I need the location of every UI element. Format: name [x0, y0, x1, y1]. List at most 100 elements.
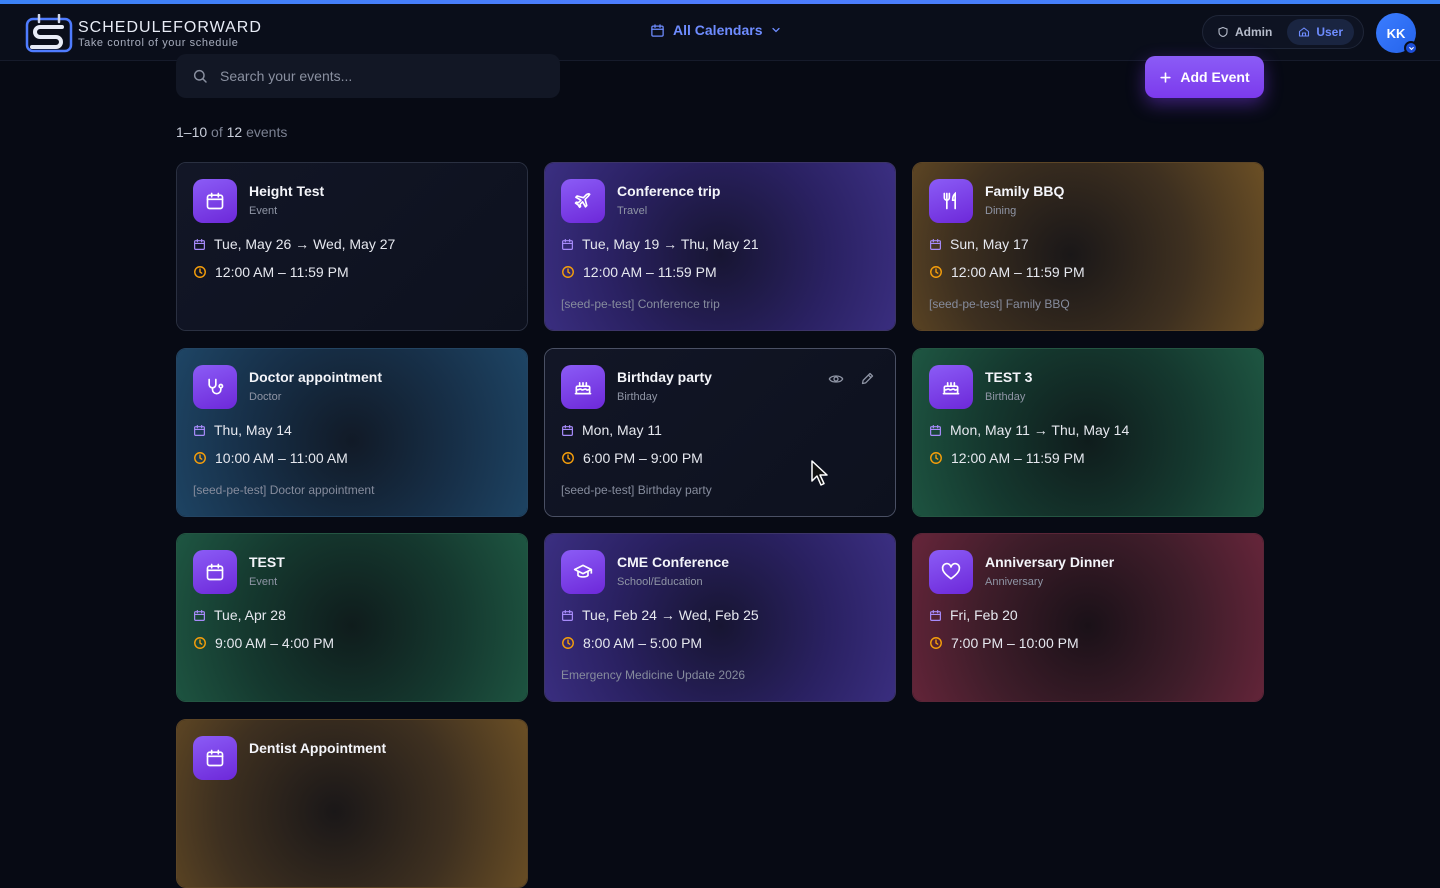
event-time: 7:00 PM – 10:00 PM — [951, 635, 1079, 651]
event-date-row: Tue, May 26 → Wed, May 27 — [193, 236, 395, 252]
shield-icon — [1218, 26, 1228, 38]
calendar-select[interactable]: All Calendars — [650, 22, 782, 38]
event-card[interactable]: Family BBQ Dining Sun, May 17 12:00 AM – 11… — [912, 162, 1264, 331]
calendar-icon — [193, 736, 237, 780]
event-time-row: 12:00 AM – 11:59 PM — [929, 264, 1085, 280]
event-type: School/Education — [617, 576, 703, 588]
event-time: 12:00 AM – 11:59 PM — [951, 450, 1085, 466]
event-type: Birthday — [617, 391, 658, 403]
event-title: TEST — [249, 554, 285, 570]
event-date: Thu, May 14 — [214, 422, 292, 438]
search-icon — [193, 69, 207, 83]
event-date-row: Thu, May 14 — [193, 422, 292, 438]
search-input[interactable] — [220, 68, 540, 84]
event-card[interactable]: Conference trip Travel Tue, May 19 → Thu, … — [544, 162, 896, 331]
event-type: Birthday — [985, 391, 1026, 403]
event-time: 6:00 PM – 9:00 PM — [583, 450, 703, 466]
event-card[interactable]: Doctor appointment Doctor Thu, May 14 10:00… — [176, 348, 528, 517]
user-role-button[interactable]: User — [1287, 19, 1355, 45]
app-logo[interactable]: SCHEDULEFORWARD Take control of your sch… — [24, 13, 262, 54]
event-date: Tue, Feb 24 → Wed, Feb 25 — [582, 607, 759, 623]
event-time-row: 8:00 AM – 5:00 PM — [561, 635, 702, 651]
calendar-icon — [193, 179, 237, 223]
calendar-select-label: All Calendars — [673, 22, 763, 38]
avatar-initials: KK — [1386, 25, 1406, 41]
event-card[interactable]: Birthday party Birthday Mon, May 11 6:00 PM… — [544, 348, 896, 517]
event-date: Mon, May 11 — [582, 422, 662, 438]
add-event-button[interactable]: Add Event — [1145, 56, 1264, 98]
calendar-icon — [193, 238, 206, 251]
event-title: Dentist Appointment — [249, 740, 387, 756]
admin-role-label: Admin — [1235, 25, 1273, 39]
event-card[interactable]: Anniversary Dinner Anniversary Fri, Feb 20… — [912, 533, 1264, 702]
event-date: Fri, Feb 20 — [950, 607, 1018, 623]
event-time-row: 12:00 AM – 11:59 PM — [929, 450, 1085, 466]
event-card[interactable]: TEST 3 Birthday Mon, May 11 → Thu, May 14 1… — [912, 348, 1264, 517]
count-range: 1–10 — [176, 124, 208, 140]
event-time: 8:00 AM – 5:00 PM — [583, 635, 703, 651]
event-description: [seed-pe-test] Doctor appointment — [193, 483, 375, 497]
event-time: 10:00 AM – 11:00 AM — [215, 450, 348, 466]
logo-title: SCHEDULEFORWARD — [78, 19, 262, 36]
clock-icon — [193, 265, 207, 279]
event-title: Birthday party — [617, 369, 712, 385]
clock-icon — [929, 265, 943, 279]
event-type: Event — [249, 576, 278, 588]
calendar-icon — [193, 550, 237, 594]
event-card[interactable]: CME Conference School/Education Tue, Feb 2… — [544, 533, 896, 702]
avatar[interactable]: KK — [1376, 13, 1418, 55]
event-title: CME Conference — [617, 554, 730, 570]
mouse-cursor-icon — [811, 460, 831, 491]
event-type: Anniversary — [985, 576, 1044, 588]
event-card[interactable]: Height Test Event Tue, May 26 → Wed, May 2… — [176, 162, 528, 331]
event-date-row: Fri, Feb 20 — [929, 607, 1018, 623]
chevron-down-icon — [772, 27, 781, 33]
clock-icon — [193, 636, 207, 650]
count-total: 12 — [226, 124, 243, 140]
cake-icon — [561, 365, 605, 409]
event-description: [seed-pe-test] Conference trip — [561, 297, 720, 311]
logo-mark-icon — [24, 13, 74, 54]
clock-icon — [929, 636, 943, 650]
event-date-row: Mon, May 11 → Thu, May 14 — [929, 422, 1129, 438]
event-time-row: 7:00 PM – 10:00 PM — [929, 635, 1079, 651]
event-card[interactable]: TEST Event Tue, Apr 28 9:00 AM – 4:00 PM — [176, 533, 528, 702]
cake-icon — [929, 365, 973, 409]
event-date-row: Mon, May 11 — [561, 422, 662, 438]
event-date: Sun, May 17 — [950, 236, 1029, 252]
add-event-label: Add Event — [1180, 69, 1250, 85]
search-bar — [176, 54, 560, 98]
avatar-menu-icon — [1404, 41, 1418, 55]
event-description: Emergency Medicine Update 2026 — [561, 668, 746, 682]
calendar-icon — [193, 424, 206, 437]
event-count: 1–10 of 12 events — [176, 124, 287, 140]
edit-icon[interactable] — [860, 371, 875, 387]
event-date: Tue, Apr 28 — [214, 607, 286, 623]
event-time-row: 12:00 AM – 11:59 PM — [561, 264, 717, 280]
calendar-icon — [561, 238, 574, 251]
event-title: Height Test — [249, 183, 325, 199]
event-title: Anniversary Dinner — [985, 554, 1115, 570]
event-date-row: Sun, May 17 — [929, 236, 1029, 252]
stethoscope-icon — [193, 365, 237, 409]
event-description: [seed-pe-test] Family BBQ — [929, 297, 1070, 311]
clock-icon — [193, 451, 207, 465]
event-description: [seed-pe-test] Birthday party — [561, 483, 712, 497]
event-date: Tue, May 19 → Thu, May 21 — [582, 236, 759, 252]
calendar-icon — [651, 23, 664, 37]
admin-role-button[interactable]: Admin — [1206, 19, 1283, 45]
event-date: Mon, May 11 → Thu, May 14 — [950, 422, 1130, 438]
event-time-row: 12:00 AM – 11:59 PM — [193, 264, 349, 280]
count-of: of — [211, 124, 223, 140]
event-time: 9:00 AM – 4:00 PM — [215, 635, 335, 651]
event-time-row: 6:00 PM – 9:00 PM — [561, 450, 703, 466]
event-type: Event — [249, 205, 278, 217]
eye-icon[interactable] — [828, 371, 844, 387]
event-card[interactable]: Dentist Appointment — [176, 719, 528, 888]
event-title: Family BBQ — [985, 183, 1065, 199]
event-date-row: Tue, Feb 24 → Wed, Feb 25 — [561, 607, 759, 623]
clock-icon — [561, 451, 575, 465]
clock-icon — [561, 265, 575, 279]
event-time: 12:00 AM – 11:59 PM — [951, 264, 1085, 280]
count-unit: events — [246, 124, 288, 140]
